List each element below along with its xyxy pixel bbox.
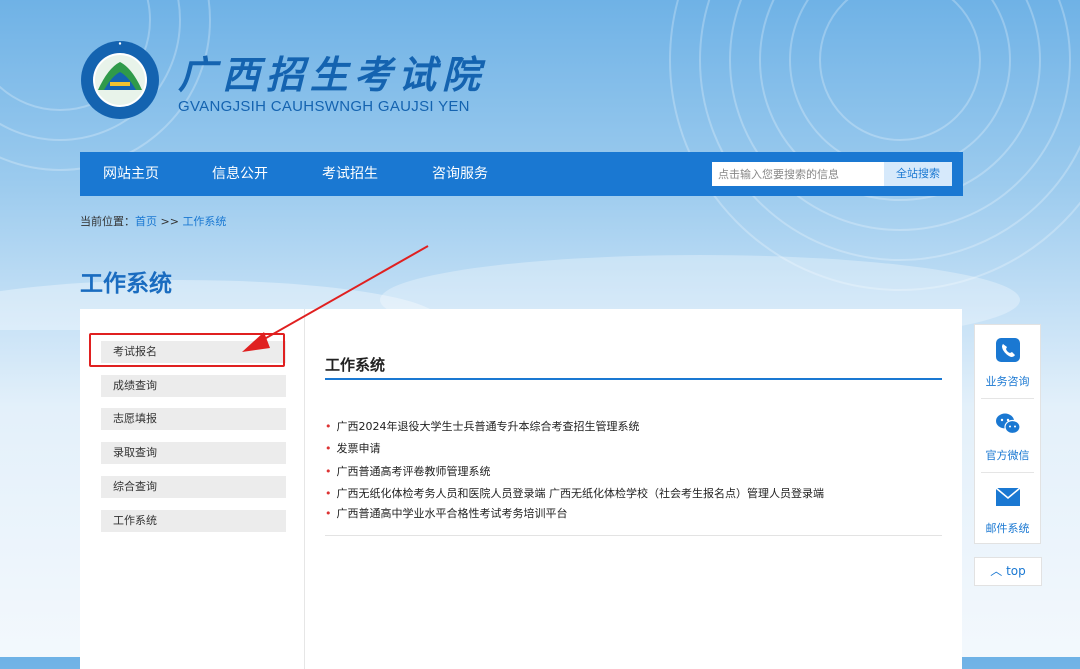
bullet-icon: • (325, 487, 332, 500)
sidebar-item-work-system[interactable]: 工作系统 (101, 510, 286, 532)
link-grading-teacher-system[interactable]: 广西普通高考评卷教师管理系统 (337, 465, 491, 478)
float-label: 邮件系统 (985, 522, 1030, 535)
mail-icon (995, 487, 1021, 506)
brand-name-chinese: 广西招生考试院 (178, 52, 487, 97)
highlight-box (89, 333, 285, 367)
page-title: 工作系统 (80, 271, 172, 297)
wechat-icon (996, 413, 1021, 435)
nav-item-home[interactable]: 网站主页 (103, 152, 159, 196)
sidebar: 考试报名 成绩查询 志愿填报 录取查询 综合查询 工作系统 (80, 309, 305, 669)
link-veteran-upgrade-system[interactable]: 广西2024年退役大学生士兵普通专升本综合考查招生管理系统 (337, 420, 640, 433)
floating-service-bar: 业务咨询 官方微信 邮件系统 (974, 324, 1041, 544)
breadcrumb-separator: >> (157, 215, 183, 228)
float-item-business-consult[interactable]: 业务咨询 (975, 325, 1040, 397)
nav-item-consulting[interactable]: 咨询服务 (432, 152, 488, 196)
bullet-icon: • (325, 465, 332, 478)
sidebar-item-admission-query[interactable]: 录取查询 (101, 442, 286, 464)
breadcrumb-home-link[interactable]: 首页 (135, 215, 157, 228)
float-label: 官方微信 (985, 449, 1030, 462)
sidebar-item-general-query[interactable]: 综合查询 (101, 476, 286, 498)
bullet-icon: • (325, 507, 332, 520)
content-title: 工作系统 (325, 356, 386, 374)
float-item-mail-system[interactable]: 邮件系统 (975, 472, 1040, 544)
main-panel: 考试报名 成绩查询 志愿填报 录取查询 综合查询 工作系统 工作系统 • 广西20… (80, 309, 962, 669)
bullet-icon: • (325, 420, 332, 433)
nav-item-info-disclosure[interactable]: 信息公开 (212, 152, 268, 196)
main-nav: 网站主页 信息公开 考试招生 咨询服务 全站搜索 (80, 152, 963, 196)
breadcrumb: 当前位置：首页 >> 工作系统 (80, 213, 226, 229)
list-item: • 广西普通高中学业水平合格性考试考务培训平台 (325, 505, 568, 521)
link-paperless-school-admin-login[interactable]: 广西无纸化体检学校（社会考生报名点）管理人员登录端 (549, 487, 824, 500)
divider (325, 535, 942, 536)
float-item-wechat[interactable]: 官方微信 (975, 399, 1040, 471)
link-proficiency-exam-training[interactable]: 广西普通高中学业水平合格性考试考务培训平台 (337, 507, 568, 520)
breadcrumb-current: 工作系统 (182, 215, 227, 228)
search-button[interactable]: 全站搜索 (884, 162, 952, 186)
site-logo[interactable] (80, 40, 160, 120)
phone-chat-icon (996, 338, 1020, 362)
float-label: 业务咨询 (985, 375, 1030, 388)
list-item: • 广西普通高考评卷教师管理系统 (325, 463, 491, 479)
back-to-top-label: top (1006, 564, 1026, 578)
content-title-underline (325, 378, 942, 380)
chevron-up-icon: ︿ (990, 564, 1003, 578)
nav-item-exam-admission[interactable]: 考试招生 (322, 152, 378, 196)
link-paperless-exam-staff-login[interactable]: 广西无纸化体检考务人员和医院人员登录端 (337, 487, 546, 500)
back-to-top-button[interactable]: ︿ top (974, 557, 1042, 586)
list-item: • 广西2024年退役大学生士兵普通专升本综合考查招生管理系统 (325, 418, 640, 434)
breadcrumb-label: 当前位置： (80, 215, 135, 228)
list-item: • 发票申请 (325, 440, 381, 456)
bullet-icon: • (325, 442, 332, 455)
brand-name-zhuang: GVANGJSIH CAUHSWNGH GAUJSI YEN (178, 98, 470, 115)
list-item: • 广西无纸化体检考务人员和医院人员登录端 广西无纸化体检学校（社会考生报名点）管… (325, 485, 824, 501)
sidebar-item-application-filling[interactable]: 志愿填报 (101, 408, 286, 430)
link-invoice-application[interactable]: 发票申请 (337, 442, 381, 455)
search-input[interactable] (712, 162, 884, 186)
sidebar-item-score-query[interactable]: 成绩查询 (101, 375, 286, 397)
